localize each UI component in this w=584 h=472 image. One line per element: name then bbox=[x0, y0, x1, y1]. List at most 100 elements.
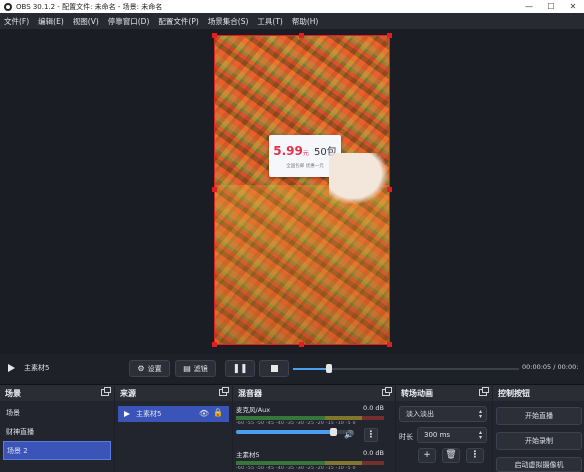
undock-icon[interactable] bbox=[382, 387, 392, 396]
mixer-menu-button[interactable]: ⋮ bbox=[364, 428, 378, 442]
hand-image bbox=[329, 153, 389, 205]
undock-icon[interactable] bbox=[101, 387, 111, 396]
add-transition-button[interactable]: + bbox=[418, 448, 436, 463]
window-controls: — ☐ ✕ bbox=[518, 0, 584, 13]
undock-icon[interactable] bbox=[219, 387, 229, 396]
controls-header: 控制按钮 bbox=[493, 385, 584, 401]
resize-handle-tl[interactable] bbox=[212, 33, 217, 38]
current-source-name: 主素材5 bbox=[24, 364, 50, 372]
spin-arrows-icon: ▴ ▾ bbox=[478, 429, 482, 441]
channel-db: 0.0 dB bbox=[363, 449, 384, 457]
undock-icon[interactable] bbox=[479, 387, 489, 396]
title-bar: OBS 30.1.2 - 配置文件: 未命名 - 场景: 未命名 — ☐ ✕ bbox=[0, 0, 584, 13]
gear-icon: ⚙ bbox=[137, 364, 145, 373]
menu-docks[interactable]: 停靠窗口(D) bbox=[108, 16, 150, 27]
meter-scale: -60 -55 -50 -45 -40 -35 -30 -25 -20 -15 … bbox=[236, 421, 356, 426]
price-unit: 元 bbox=[302, 150, 309, 157]
start-streaming-button[interactable]: 开始直播 bbox=[496, 407, 582, 425]
channel-name: 主素材5 bbox=[236, 451, 260, 459]
mixer-header: 混音器 bbox=[233, 385, 395, 401]
pause-icon: ❚❚ bbox=[232, 363, 248, 374]
lock-icon[interactable]: 🔒 bbox=[213, 408, 223, 417]
media-time: 00:00:05 / 00:00: bbox=[522, 363, 579, 371]
media-timeline[interactable] bbox=[293, 364, 519, 373]
obs-logo-icon bbox=[4, 2, 12, 11]
play-icon bbox=[124, 411, 130, 417]
filters-label: 滤镜 bbox=[193, 364, 208, 373]
duration-input[interactable]: 300 ms ▴ ▾ bbox=[417, 427, 487, 443]
channel-db: 0.0 dB bbox=[363, 404, 384, 412]
scenes-title: 场景 bbox=[5, 388, 21, 398]
menu-edit[interactable]: 编辑(E) bbox=[38, 16, 64, 27]
minimize-icon[interactable]: — bbox=[518, 0, 540, 13]
settings-label: 设置 bbox=[147, 364, 162, 373]
scenes-header: 场景 bbox=[0, 385, 114, 401]
trash-icon: 🗑 bbox=[445, 450, 457, 460]
virtual-camera-button[interactable]: 启动虚拟摄像机 bbox=[496, 457, 582, 472]
speaker-icon[interactable]: 🔊 bbox=[344, 430, 354, 439]
close-icon[interactable]: ✕ bbox=[562, 0, 584, 13]
resize-handle-l[interactable] bbox=[212, 187, 217, 192]
filters-button[interactable]: ▤ 滤镜 bbox=[175, 360, 216, 377]
volume-slider[interactable] bbox=[236, 428, 354, 436]
scene-item-active[interactable]: 场景 2 bbox=[3, 441, 111, 460]
menu-bar: 文件(F) 编辑(E) 视图(V) 停靠窗口(D) 配置文件(P) 场景集合(S… bbox=[0, 13, 584, 29]
stop-button[interactable] bbox=[259, 360, 289, 377]
transition-type-select[interactable]: 淡入淡出 ▴ ▾ bbox=[399, 406, 487, 422]
play-icon[interactable] bbox=[8, 364, 15, 372]
pause-button[interactable]: ❚❚ bbox=[225, 360, 255, 377]
timeline-knob[interactable] bbox=[326, 364, 333, 373]
sources-dock: 来源 bbox=[115, 384, 232, 472]
scenes-dock: 场景 场景 财神直播 场景 2 bbox=[0, 384, 114, 472]
volume-knob[interactable] bbox=[329, 428, 337, 436]
resize-handle-br[interactable] bbox=[387, 342, 392, 347]
start-recording-button[interactable]: 开始录制 bbox=[496, 432, 582, 450]
eye-icon[interactable]: 👁 bbox=[199, 409, 209, 418]
meter-scale: -60 -55 -50 -45 -40 -35 -30 -25 -20 -15 … bbox=[236, 466, 356, 471]
preview-video-frame[interactable]: 5.99元 50包 全国包邮 优惠一元 bbox=[214, 35, 390, 345]
mixer-channel-mic: 麦克风/Aux 0.0 dB -60 -55 -50 -45 -40 -35 -… bbox=[236, 404, 384, 436]
media-control-bar: 主素材5 ⚙ 设置 ▤ 滤镜 ❚❚ 00:00:05 / 00:00: bbox=[0, 354, 584, 383]
channel-name: 麦克风/Aux bbox=[236, 406, 271, 414]
menu-help[interactable]: 帮助(H) bbox=[292, 16, 319, 27]
audio-meter bbox=[236, 461, 384, 465]
resize-handle-tr[interactable] bbox=[387, 33, 392, 38]
source-label: 主素材5 bbox=[136, 410, 162, 418]
duration-label: 时长 bbox=[399, 433, 413, 441]
mixer-title: 混音器 bbox=[238, 388, 262, 398]
spin-arrows-icon: ▴ ▾ bbox=[478, 408, 482, 420]
plus-icon: + bbox=[423, 450, 431, 460]
menu-file[interactable]: 文件(F) bbox=[4, 16, 29, 27]
preview-canvas[interactable]: 5.99元 50包 全国包邮 优惠一元 bbox=[0, 29, 584, 354]
filter-icon: ▤ bbox=[183, 364, 191, 373]
scene-item[interactable]: 财神直播 bbox=[0, 422, 114, 441]
source-item[interactable]: 主素材5 👁 🔒 bbox=[118, 406, 229, 422]
video-texture bbox=[214, 185, 390, 345]
transitions-title: 转场动画 bbox=[401, 388, 433, 398]
resize-handle-bl[interactable] bbox=[212, 342, 217, 347]
duration-value: 300 ms bbox=[424, 431, 451, 439]
menu-profile[interactable]: 配置文件(P) bbox=[158, 16, 198, 27]
resize-handle-r[interactable] bbox=[387, 187, 392, 192]
resize-handle-b[interactable] bbox=[299, 342, 304, 347]
sources-title: 来源 bbox=[120, 388, 136, 398]
menu-scene-collection[interactable]: 场景集合(S) bbox=[208, 16, 249, 27]
stop-icon bbox=[270, 365, 278, 372]
controls-title: 控制按钮 bbox=[498, 388, 530, 398]
timeline-progress bbox=[293, 368, 330, 370]
scene-item[interactable]: 场景 bbox=[0, 403, 114, 422]
kebab-icon: ⋮ bbox=[470, 450, 480, 460]
volume-fill bbox=[236, 430, 333, 434]
transitions-header: 转场动画 bbox=[396, 385, 492, 401]
settings-button[interactable]: ⚙ 设置 bbox=[129, 360, 170, 377]
maximize-icon[interactable]: ☐ bbox=[540, 0, 562, 13]
sources-header: 来源 bbox=[115, 385, 232, 401]
delete-transition-button[interactable]: 🗑 bbox=[442, 448, 460, 463]
audio-meter bbox=[236, 416, 384, 420]
window-title: OBS 30.1.2 - 配置文件: 未命名 - 场景: 未命名 bbox=[16, 2, 163, 11]
menu-tools[interactable]: 工具(T) bbox=[257, 16, 282, 27]
resize-handle-t[interactable] bbox=[299, 33, 304, 38]
menu-view[interactable]: 视图(V) bbox=[73, 16, 99, 27]
transition-menu-button[interactable]: ⋮ bbox=[466, 448, 484, 463]
price-value: 5.99 bbox=[273, 144, 303, 158]
